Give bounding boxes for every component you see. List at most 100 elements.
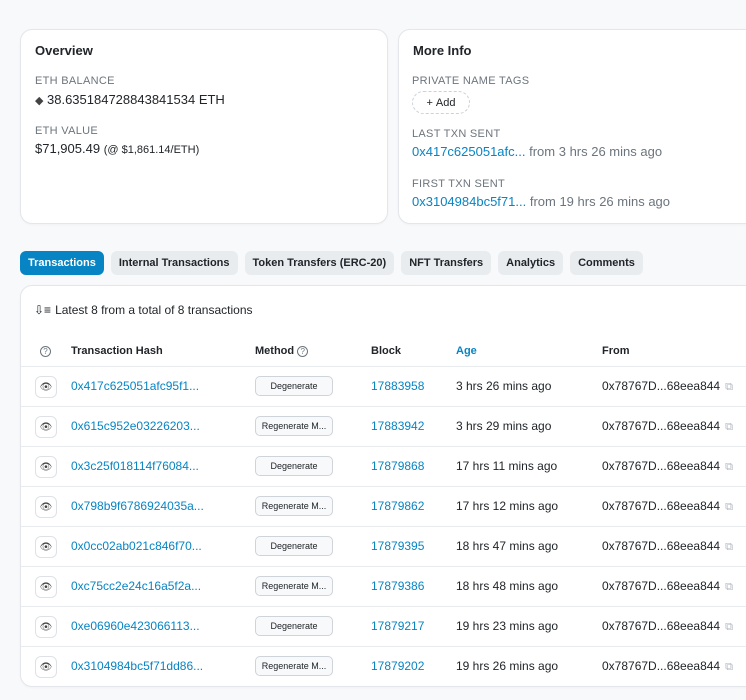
age-text: 17 hrs 11 mins ago xyxy=(456,459,558,473)
from-address-text[interactable]: 0x78767D...68eea844 xyxy=(602,499,720,513)
first-txn-sent-label: FIRST TXN SENT xyxy=(412,178,506,190)
age-text: 3 hrs 29 mins ago xyxy=(456,419,552,433)
first-txn-time: from 19 hrs 26 mins ago xyxy=(529,194,671,209)
from-address: 0x78767D...68eea844 ⧉ xyxy=(602,499,733,514)
method-badge: Degenerate xyxy=(255,536,333,556)
add-name-tag-button[interactable]: + Add xyxy=(412,91,470,114)
block-link[interactable]: 17879386 xyxy=(371,579,424,593)
column-age[interactable]: Age xyxy=(456,345,477,357)
from-address-text[interactable]: 0x78767D...68eea844 xyxy=(602,619,720,633)
tab-nft-transfers[interactable]: NFT Transfers xyxy=(401,251,492,275)
age-text: 18 hrs 47 mins ago xyxy=(456,539,559,553)
last-txn-sent-label: LAST TXN SENT xyxy=(412,128,501,140)
eye-icon[interactable]: 👁 xyxy=(35,536,57,558)
txn-hash-link[interactable]: 0x798b9f6786924035a... xyxy=(71,499,204,513)
eye-icon[interactable]: 👁 xyxy=(35,456,57,478)
sort-icon[interactable]: ⇩≡ xyxy=(34,303,51,317)
txn-hash-link[interactable]: 0x3104984bc5f71dd86... xyxy=(71,659,203,673)
txn-hash-link[interactable]: 0x417c625051afc95f1... xyxy=(71,379,199,393)
copy-icon[interactable]: ⧉ xyxy=(725,661,733,674)
method-badge: Regenerate M... xyxy=(255,416,333,436)
table-row: 👁 0x3104984bc5f71dd86... Regenerate M...… xyxy=(21,647,746,687)
from-address: 0x78767D...68eea844 ⧉ xyxy=(602,459,733,474)
method-badge: Degenerate xyxy=(255,376,333,396)
ethereum-diamond-icon: ◆ xyxy=(35,95,44,107)
from-address-text[interactable]: 0x78767D...68eea844 xyxy=(602,459,720,473)
copy-icon[interactable]: ⧉ xyxy=(725,541,733,554)
block-link[interactable]: 17879395 xyxy=(371,539,424,553)
eth-value-rate: (@ $1,861.14/ETH) xyxy=(103,144,200,156)
more-info-title: More Info xyxy=(413,43,472,58)
from-address-text[interactable]: 0x78767D...68eea844 xyxy=(602,419,720,433)
from-address-text[interactable]: 0x78767D...68eea844 xyxy=(602,579,720,593)
txn-hash-link[interactable]: 0x0cc02ab021c846f70... xyxy=(71,539,202,553)
eth-value-amount: $71,905.49 xyxy=(35,141,101,156)
question-circle-icon[interactable]: ? xyxy=(40,345,51,357)
eth-balance-amount: 38.635184728843841534 ETH xyxy=(47,92,225,107)
from-address-text[interactable]: 0x78767D...68eea844 xyxy=(602,659,720,673)
age-text: 17 hrs 12 mins ago xyxy=(456,499,559,513)
from-address-text[interactable]: 0x78767D...68eea844 xyxy=(602,379,720,393)
last-txn-hash-link[interactable]: 0x417c625051afc... xyxy=(412,144,525,159)
method-badge: Degenerate xyxy=(255,456,333,476)
eye-icon[interactable]: 👁 xyxy=(35,576,57,598)
block-link[interactable]: 17879217 xyxy=(371,619,424,633)
eth-balance-label: ETH BALANCE xyxy=(35,75,115,87)
tab-transactions[interactable]: Transactions xyxy=(20,251,104,275)
eye-icon[interactable]: 👁 xyxy=(35,496,57,518)
block-link[interactable]: 17883958 xyxy=(371,379,424,393)
tab-token-transfers[interactable]: Token Transfers (ERC-20) xyxy=(244,251,395,275)
tab-comments[interactable]: Comments xyxy=(570,251,643,275)
table-row: 👁 0x3c25f018114f76084... Degenerate 1787… xyxy=(21,447,746,487)
copy-icon[interactable]: ⧉ xyxy=(725,381,733,394)
address-page: Overview ETH BALANCE ◆ 38.635184728843841… xyxy=(0,0,746,700)
eye-icon[interactable]: 👁 xyxy=(35,616,57,638)
method-badge: Regenerate M... xyxy=(255,576,333,596)
txn-hash-link[interactable]: 0x3c25f018114f76084... xyxy=(71,459,199,473)
eye-icon[interactable]: 👁 xyxy=(35,416,57,438)
eye-icon[interactable]: 👁 xyxy=(35,376,57,398)
transactions-rows: 👁 0x417c625051afc95f1... Degenerate 1788… xyxy=(21,367,746,687)
column-method: Method ? xyxy=(255,345,309,357)
block-link[interactable]: 17879202 xyxy=(371,659,424,673)
from-address: 0x78767D...68eea844 ⧉ xyxy=(602,659,733,674)
eye-icon[interactable]: 👁 xyxy=(35,656,57,678)
method-info-icon[interactable]: ? xyxy=(297,345,309,357)
column-block: Block xyxy=(371,345,401,357)
from-address: 0x78767D...68eea844 ⧉ xyxy=(602,379,733,394)
table-row: 👁 0xc75cc2e24c16a5f2a... Regenerate M...… xyxy=(21,567,746,607)
txn-hash-link[interactable]: 0xc75cc2e24c16a5f2a... xyxy=(71,579,201,593)
column-method-label: Method xyxy=(255,345,295,357)
copy-icon[interactable]: ⧉ xyxy=(725,421,733,434)
transactions-summary: ⇩≡ Latest 8 from a total of 8 transactio… xyxy=(34,303,253,317)
copy-icon[interactable]: ⧉ xyxy=(725,621,733,634)
table-row: 👁 0x417c625051afc95f1... Degenerate 1788… xyxy=(21,367,746,407)
copy-icon[interactable]: ⧉ xyxy=(725,501,733,514)
from-address: 0x78767D...68eea844 ⧉ xyxy=(602,619,733,634)
tab-analytics[interactable]: Analytics xyxy=(498,251,564,275)
transactions-card: ⇩≡ Latest 8 from a total of 8 transactio… xyxy=(20,285,746,687)
more-info-card: More Info PRIVATE NAME TAGS + Add LAST T… xyxy=(398,29,746,224)
block-link[interactable]: 17883942 xyxy=(371,419,424,433)
tab-internal-transactions[interactable]: Internal Transactions xyxy=(110,251,238,275)
eth-value-label: ETH VALUE xyxy=(35,125,99,137)
block-link[interactable]: 17879862 xyxy=(371,499,424,513)
txn-hash-link[interactable]: 0x615c952e03226203... xyxy=(71,419,200,433)
age-text: 19 hrs 23 mins ago xyxy=(456,619,559,633)
copy-icon[interactable]: ⧉ xyxy=(725,461,733,474)
age-text: 3 hrs 26 mins ago xyxy=(456,379,552,393)
transactions-summary-text: Latest 8 from a total of 8 transactions xyxy=(55,303,253,317)
from-address-text[interactable]: 0x78767D...68eea844 xyxy=(602,539,720,553)
table-row: 👁 0x615c952e03226203... Regenerate M... … xyxy=(21,407,746,447)
table-header: ? Transaction Hash Method ? Block Age Fr… xyxy=(21,335,746,367)
eth-balance-value: ◆ 38.635184728843841534 ETH xyxy=(35,92,225,107)
first-txn-hash-link[interactable]: 0x3104984bc5f71... xyxy=(412,194,526,209)
method-badge: Regenerate M... xyxy=(255,496,333,516)
block-link[interactable]: 17879868 xyxy=(371,459,424,473)
tab-bar: Transactions Internal Transactions Token… xyxy=(20,251,643,275)
copy-icon[interactable]: ⧉ xyxy=(725,581,733,594)
last-txn-sent: 0x417c625051afc... from 3 hrs 26 mins ag… xyxy=(412,144,662,159)
age-text: 18 hrs 48 mins ago xyxy=(456,579,559,593)
from-address: 0x78767D...68eea844 ⧉ xyxy=(602,579,733,594)
txn-hash-link[interactable]: 0xe06960e423066113... xyxy=(71,619,200,633)
